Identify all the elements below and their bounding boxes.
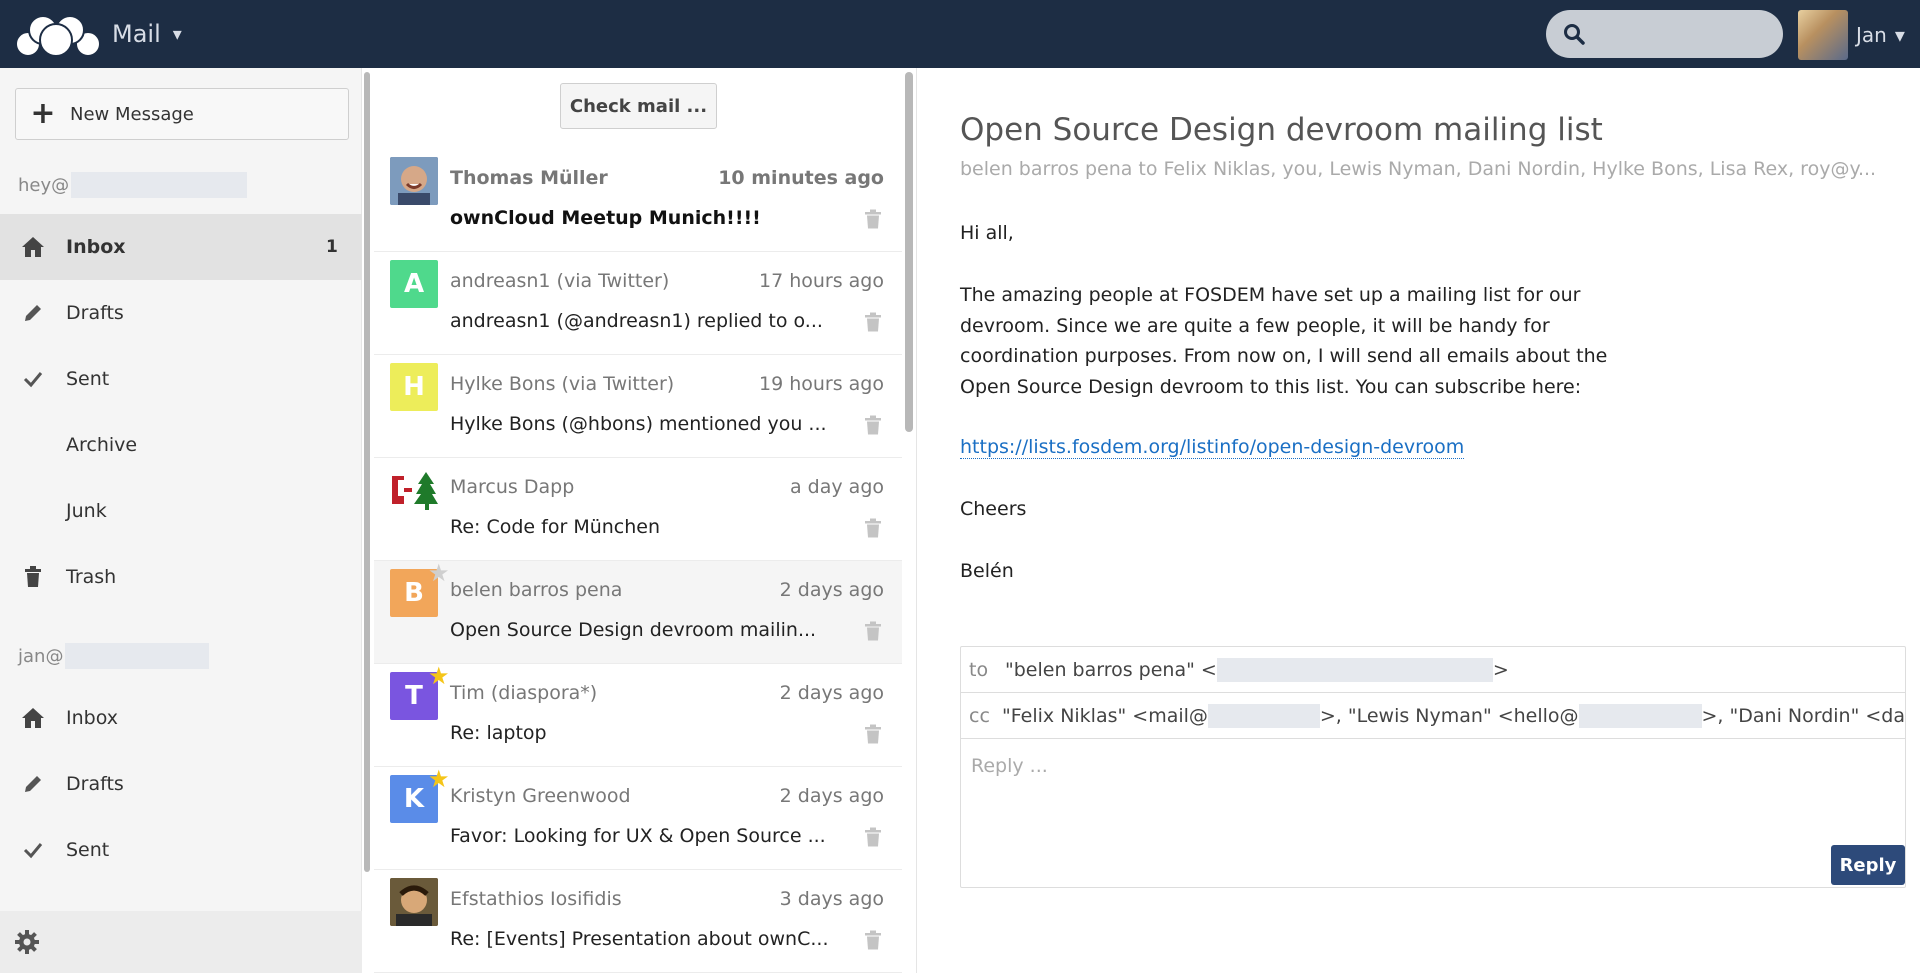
redacted-address — [1207, 703, 1320, 728]
trash-icon[interactable] — [864, 415, 882, 440]
sidebar-item-archive[interactable]: Archive — [0, 412, 362, 478]
app-switcher[interactable]: Mail ▾ — [112, 20, 182, 48]
message-recipients[interactable]: belen barros pena to Felix Niklas, you, … — [960, 158, 1876, 180]
sidebar-item-drafts[interactable]: Drafts — [0, 280, 362, 346]
trash-icon[interactable] — [864, 209, 882, 234]
search-input[interactable] — [1546, 10, 1783, 58]
unread-count-badge: 1 — [326, 237, 338, 257]
trash-icon[interactable] — [864, 827, 882, 852]
sidebar-item-inbox[interactable]: Inbox 1 — [0, 214, 362, 280]
account-header: hey@ — [18, 172, 248, 198]
new-message-label: New Message — [70, 103, 194, 125]
message-signature: Belén — [960, 560, 1014, 582]
to-field[interactable]: to "belen barros pena" < > — [961, 647, 1905, 693]
account-header: jan@ — [18, 643, 210, 669]
message-closing: Cheers — [960, 498, 1027, 520]
sidebar-item-trash[interactable]: Trash — [0, 544, 362, 610]
home-icon — [0, 236, 66, 258]
check-mail-button[interactable]: Check mail ... — [560, 83, 717, 129]
redacted-address — [1578, 703, 1702, 728]
avatar — [390, 878, 438, 926]
sidebar-scrollbar[interactable] — [364, 72, 370, 872]
list-item[interactable]: Marcus Dapp a day ago Re: Code for Münch… — [374, 458, 902, 561]
user-menu[interactable]: Jan ▾ — [1798, 10, 1905, 60]
search-icon — [1564, 24, 1585, 45]
trash-icon[interactable] — [864, 930, 882, 955]
mailing-list-link[interactable]: https://lists.fosdem.org/listinfo/open-d… — [960, 436, 1465, 459]
star-icon[interactable]: ★ — [428, 561, 450, 585]
list-item[interactable]: Thomas Müller 10 minutes ago ownCloud Me… — [374, 149, 902, 252]
reply-button[interactable]: Reply — [1831, 845, 1905, 885]
redacted-address — [71, 172, 248, 198]
reply-composer: to "belen barros pena" < > cc "Felix Nikl… — [960, 646, 1906, 888]
cc-field[interactable]: cc "Felix Niklas" <mail@ >, "Lewis Nyman"… — [961, 693, 1905, 739]
sidebar-item-sent[interactable]: Sent — [0, 346, 362, 412]
trash-icon[interactable] — [864, 621, 882, 646]
checkmark-icon — [0, 839, 66, 861]
pencil-icon — [0, 773, 66, 795]
message-list-scrollbar[interactable] — [905, 72, 913, 432]
home-icon — [0, 707, 66, 729]
chevron-down-icon: ▾ — [1894, 23, 1905, 47]
avatar: A — [390, 260, 438, 308]
sidebar-item-sent-2[interactable]: Sent — [0, 817, 362, 883]
redacted-address — [1216, 657, 1493, 682]
star-icon[interactable]: ★ — [428, 664, 450, 688]
list-item[interactable]: B ★ belen barros pena 2 days ago Open So… — [374, 561, 902, 664]
checkmark-icon — [0, 368, 66, 390]
new-message-button[interactable]: + New Message — [15, 88, 349, 140]
star-icon[interactable]: ★ — [428, 767, 450, 791]
sidebar-item-junk[interactable]: Junk — [0, 478, 362, 544]
gear-icon[interactable] — [14, 929, 40, 955]
reply-textarea[interactable]: Reply ... — [971, 755, 1048, 777]
top-bar: Mail ▾ Jan ▾ — [0, 0, 1920, 68]
user-name: Jan — [1856, 23, 1887, 47]
redacted-address — [65, 643, 210, 669]
list-item[interactable]: T ★ Tim (diaspora*) 2 days ago Re: lapto… — [374, 664, 902, 767]
trash-icon[interactable] — [864, 518, 882, 543]
message-greeting: Hi all, — [960, 222, 1014, 244]
trash-icon — [0, 566, 66, 588]
list-item[interactable]: A andreasn1 (via Twitter) 17 hours ago a… — [374, 252, 902, 355]
trash-icon[interactable] — [864, 312, 882, 337]
avatar — [1798, 10, 1848, 60]
message-subject: Open Source Design devroom mailing list — [960, 112, 1603, 148]
list-item[interactable]: Efstathios Iosifidis 3 days ago Re: [Eve… — [374, 870, 902, 973]
trash-icon[interactable] — [864, 724, 882, 749]
settings-bar — [0, 911, 362, 973]
owncloud-logo[interactable] — [8, 10, 104, 60]
code-for-munich-logo — [390, 466, 438, 514]
app-name: Mail — [112, 20, 161, 48]
avatar: H — [390, 363, 438, 411]
list-item[interactable]: K ★ Kristyn Greenwood 2 days ago Favor: … — [374, 767, 902, 870]
sidebar-item-drafts-2[interactable]: Drafts — [0, 751, 362, 817]
sidebar: + New Message hey@ Inbox 1 Drafts Sent A… — [0, 68, 362, 973]
chevron-down-icon: ▾ — [172, 23, 182, 45]
sidebar-item-inbox-2[interactable]: Inbox — [0, 685, 362, 751]
message-paragraph: The amazing people at FOSDEM have set up… — [960, 284, 1608, 398]
plus-icon: + — [30, 96, 56, 131]
pencil-icon — [0, 302, 66, 324]
avatar — [390, 157, 438, 205]
list-item[interactable]: H Hylke Bons (via Twitter) 19 hours ago … — [374, 355, 902, 458]
